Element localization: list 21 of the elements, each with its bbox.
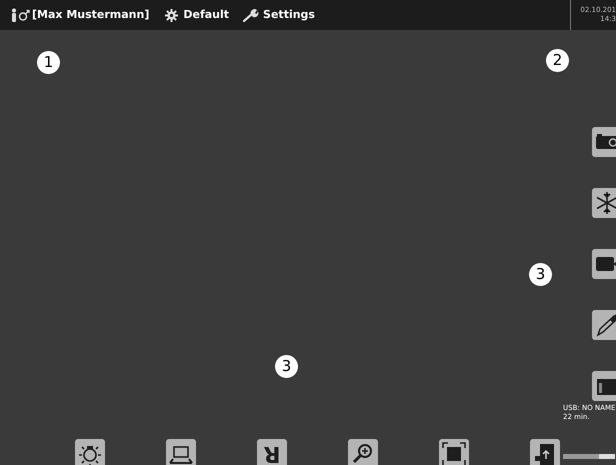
callout-number: 2 [546, 49, 569, 72]
memory-card-button[interactable] [530, 439, 560, 465]
pen-button[interactable] [592, 310, 616, 340]
camera-button[interactable] [592, 127, 616, 157]
callout-number: 3 [529, 263, 552, 286]
fullscreen-button[interactable] [439, 439, 469, 465]
settings-label: Settings [263, 6, 315, 23]
video-camera-button[interactable] [592, 249, 616, 279]
callout-number: 1 [37, 51, 60, 74]
snowflake-button[interactable] [592, 188, 616, 218]
profile-name: Default [183, 6, 230, 23]
wrench-icon [243, 8, 260, 22]
gear-icon [165, 8, 178, 22]
user-name: [Max Mustermann] [32, 6, 150, 23]
lamp-button[interactable] [75, 439, 105, 465]
monitor-button[interactable] [166, 439, 196, 465]
user-icon [10, 8, 30, 22]
fullscreen-icon [439, 439, 469, 465]
callout-number: 3 [275, 355, 298, 378]
mirror-button[interactable]: R [257, 439, 287, 465]
zoom-in-button[interactable] [348, 439, 378, 465]
